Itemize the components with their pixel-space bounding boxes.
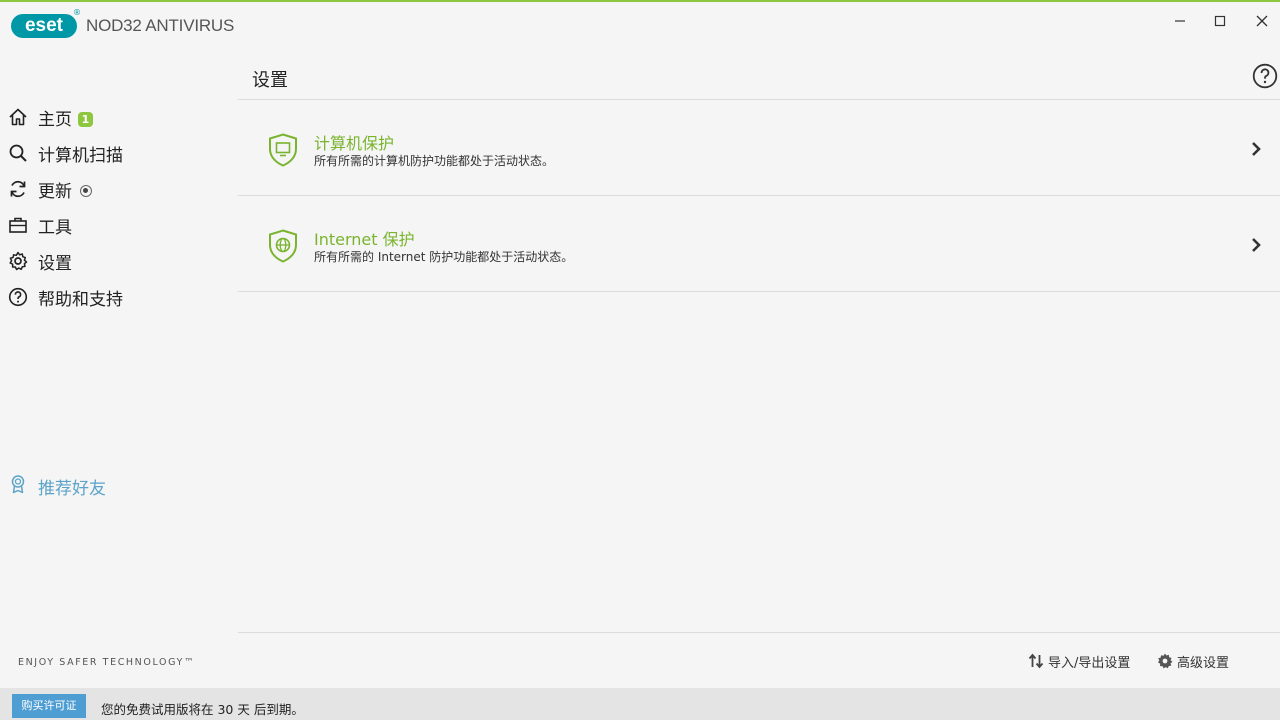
import-export-label: 导入/导出设置 — [1048, 655, 1131, 671]
close-icon — [1256, 15, 1268, 27]
minimize-icon — [1175, 20, 1185, 22]
help-icon — [8, 287, 28, 307]
sort-arrows-icon — [1028, 653, 1044, 669]
maximize-icon — [1214, 15, 1226, 27]
update-status-indicator — [80, 185, 92, 197]
sidebar-item-label: 工具 — [38, 218, 72, 238]
logo-registered-mark: ® — [73, 8, 81, 17]
sidebar-item-home[interactable]: 主页 1 — [0, 101, 236, 131]
sidebar-item-label: 更新 — [38, 177, 92, 202]
advanced-settings-button[interactable]: 高级设置 — [1157, 650, 1229, 672]
gear-icon — [9, 251, 28, 271]
row-description: 所有所需的 Internet 防护功能都处于活动状态。 — [314, 250, 574, 264]
product-name: NOD32 ANTIVIRUS — [86, 16, 235, 35]
logo-text: eset — [11, 14, 77, 38]
computer-protection-row[interactable]: 计算机保护 所有所需的计算机防护功能都处于活动状态。 — [238, 100, 1280, 196]
footer-divider — [238, 632, 1280, 633]
refer-friend-link[interactable]: 推荐好友 — [0, 470, 236, 499]
refresh-icon — [10, 180, 26, 198]
divider — [238, 291, 1280, 292]
refer-friend-label: 推荐好友 — [38, 479, 106, 499]
sidebar-item-tools[interactable]: 工具 — [0, 209, 236, 239]
help-circle-icon — [1252, 63, 1278, 89]
slogan: ENJOY SAFER TECHNOLOGY™ — [18, 657, 196, 668]
row-description: 所有所需的计算机防护功能都处于活动状态。 — [314, 154, 555, 168]
row-title: Internet 保护 — [314, 230, 415, 249]
page-title: 设置 — [252, 70, 288, 91]
home-icon — [9, 108, 27, 126]
sidebar-item-settings[interactable]: 设置 — [0, 245, 236, 275]
main-panel: 设置 计算机保护 所有所需的计算机防护功能都处于活动状态。 Internet 保… — [238, 48, 1280, 688]
close-button[interactable] — [1250, 10, 1274, 32]
briefcase-icon — [9, 217, 27, 233]
trial-expiry-text: 您的免费试用版将在 30 天 后到期。 — [101, 702, 304, 717]
status-bar: 购买许可证 您的免费试用版将在 30 天 后到期。 — [0, 688, 1280, 720]
import-export-settings-button[interactable]: 导入/导出设置 — [1028, 650, 1130, 672]
buy-license-button[interactable]: 购买许可证 — [12, 694, 86, 718]
sidebar-item-update[interactable]: 更新 — [0, 173, 236, 203]
sidebar-item-label: 计算机扫描 — [38, 146, 123, 166]
sidebar-item-label: 设置 — [38, 254, 72, 274]
chevron-right-icon — [1252, 238, 1261, 252]
title-bar: eset ® NOD32 ANTIVIRUS — [0, 2, 1280, 48]
internet-protection-row[interactable]: Internet 保护 所有所需的 Internet 防护功能都处于活动状态。 — [238, 196, 1280, 292]
sidebar-item-label: 主页 1 — [38, 105, 93, 130]
chevron-right-icon — [1252, 142, 1261, 156]
notification-badge: 1 — [78, 112, 93, 127]
shield-globe-icon — [269, 229, 297, 263]
minimize-button[interactable] — [1168, 10, 1192, 32]
sidebar-item-computer-scan[interactable]: 计算机扫描 — [0, 137, 236, 167]
help-button[interactable] — [1252, 63, 1278, 89]
gear-icon — [1158, 653, 1173, 669]
shield-monitor-icon — [269, 133, 297, 167]
search-icon — [9, 144, 27, 162]
sidebar-item-help[interactable]: 帮助和支持 — [0, 281, 236, 311]
sidebar-item-label: 帮助和支持 — [38, 290, 123, 310]
row-title: 计算机保护 — [314, 134, 395, 153]
award-icon — [11, 475, 25, 494]
maximize-button[interactable] — [1208, 10, 1232, 32]
advanced-settings-label: 高级设置 — [1177, 655, 1230, 671]
eset-logo: eset ® — [11, 8, 81, 38]
